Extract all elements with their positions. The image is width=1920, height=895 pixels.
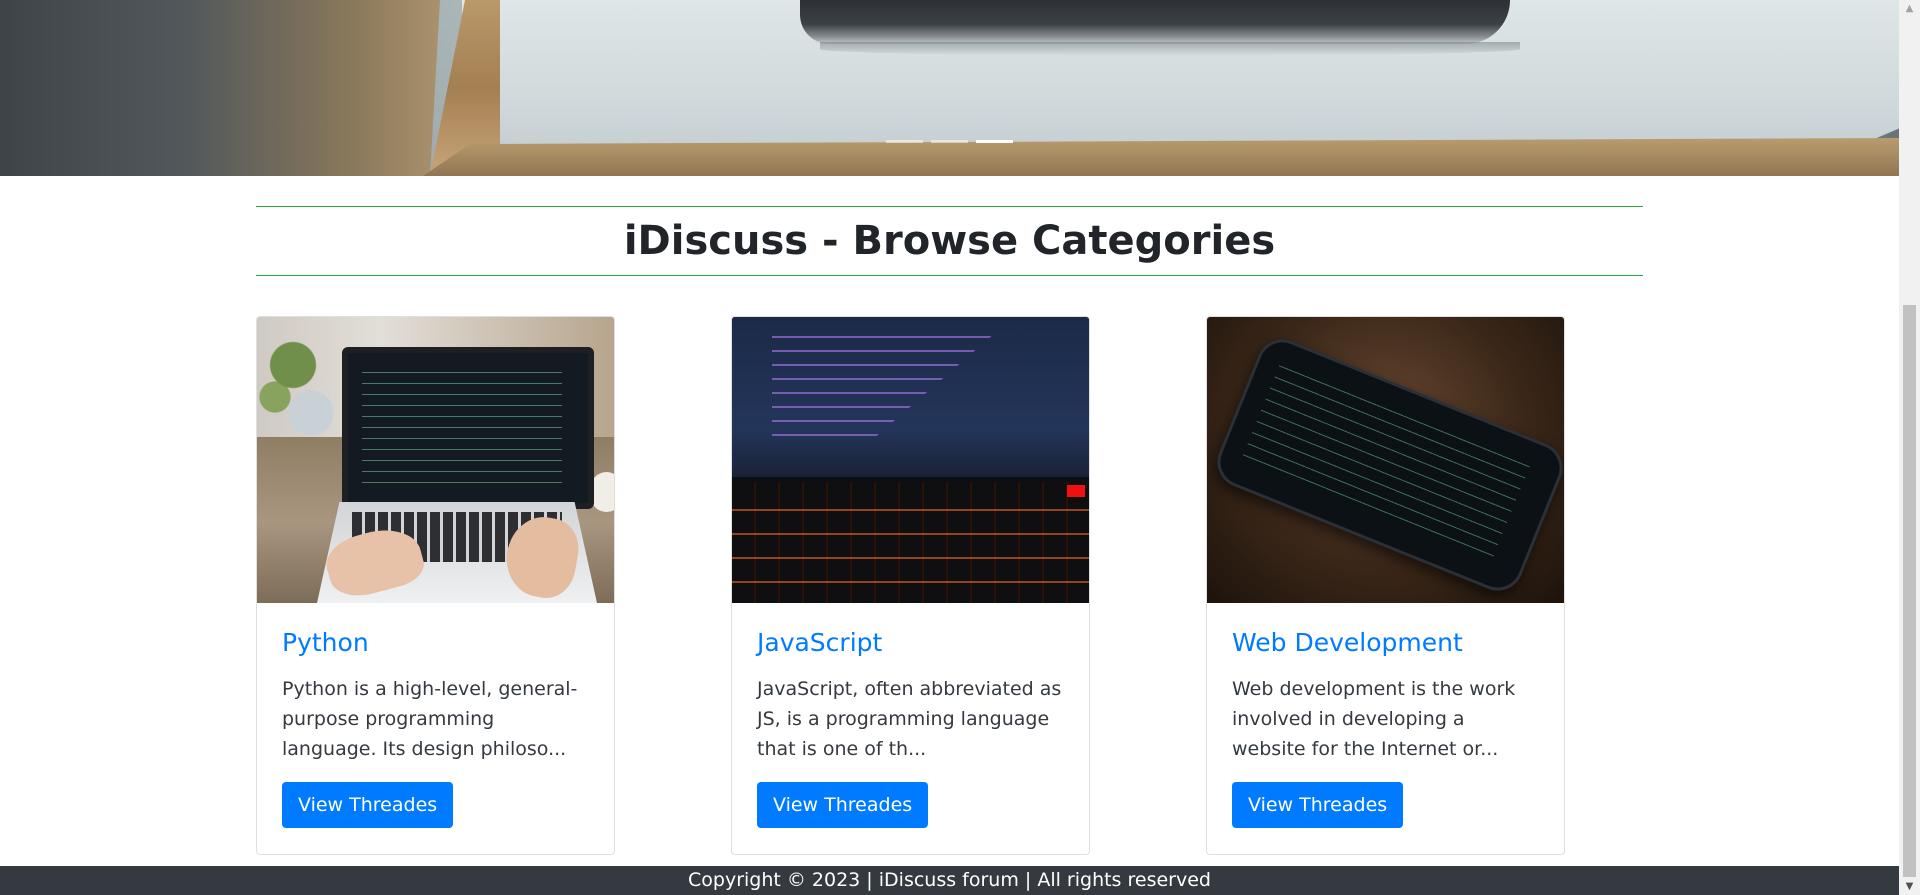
card-image-python — [257, 317, 614, 603]
card-description: Python is a high-level, general-purpose … — [282, 678, 578, 760]
view-threads-button[interactable]: View Threades — [757, 782, 929, 828]
carousel-indicator-3[interactable] — [976, 140, 1013, 143]
carousel-image-shadow — [820, 42, 1520, 56]
card-title-link[interactable]: Python — [282, 628, 589, 658]
card-description: Web development is the work involved in … — [1232, 678, 1516, 760]
category-card-python: Python Python is a high-level, general-p… — [256, 316, 615, 855]
section-heading: iDiscuss - Browse Categories — [256, 206, 1643, 276]
page-title: iDiscuss - Browse Categories — [623, 218, 1276, 264]
scroll-up-arrow-icon[interactable]: ▲ — [1899, 0, 1920, 17]
carousel-indicator-2[interactable] — [931, 140, 968, 143]
footer: Copyright © 2023 | iDiscuss forum | All … — [0, 866, 1899, 895]
scrollbar-thumb[interactable] — [1903, 305, 1916, 877]
card-description: JavaScript, often abbreviated as JS, is … — [757, 678, 1062, 760]
category-card-javascript: JavaScript JavaScript, often abbreviated… — [731, 316, 1090, 855]
carousel-indicators — [886, 140, 1013, 143]
card-image-web-development — [1207, 317, 1564, 603]
carousel-image-laptop — [800, 0, 1510, 44]
card-title-link[interactable]: Web Development — [1232, 628, 1539, 658]
page-scrollbar[interactable]: ▲ ▼ — [1899, 0, 1920, 895]
carousel-indicator-1[interactable] — [886, 140, 923, 143]
view-threads-button[interactable]: View Threades — [1232, 782, 1404, 828]
scroll-down-arrow-icon[interactable]: ▼ — [1899, 878, 1920, 895]
view-threads-button[interactable]: View Threades — [282, 782, 454, 828]
carousel-image-bg — [0, 0, 440, 176]
card-title-link[interactable]: JavaScript — [757, 628, 1064, 658]
category-card-web-development: Web Development Web development is the w… — [1206, 316, 1565, 855]
copyright-text: Copyright © 2023 | iDiscuss forum | All … — [688, 869, 1211, 891]
hero-carousel[interactable] — [0, 0, 1899, 176]
card-image-javascript — [732, 317, 1089, 603]
